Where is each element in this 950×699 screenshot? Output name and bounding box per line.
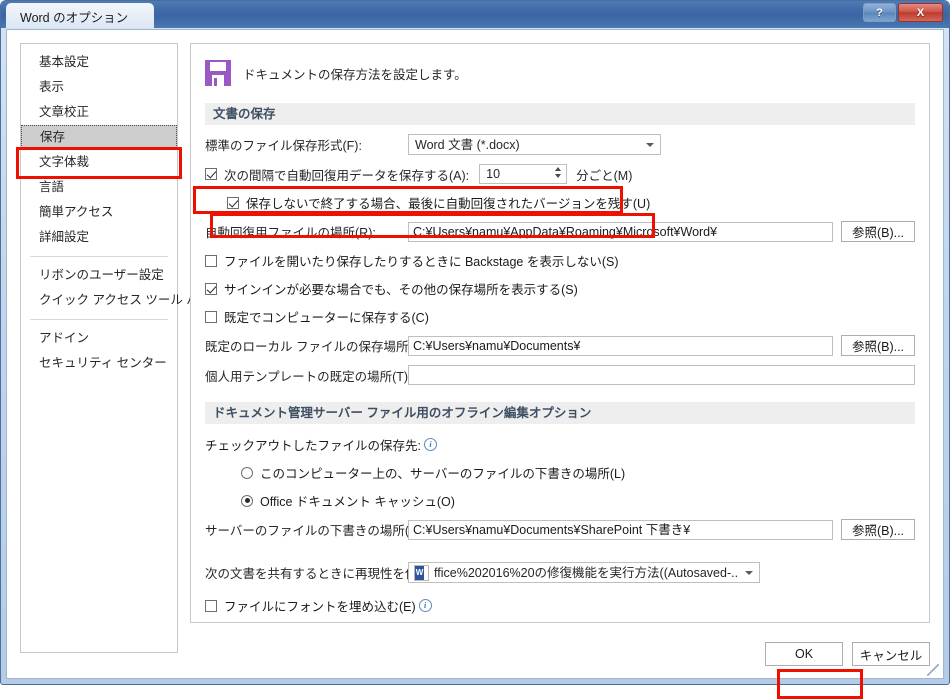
- save-to-computer-label: 既定でコンピューターに保存する(C): [224, 311, 429, 325]
- sidebar-item-save[interactable]: 保存: [21, 125, 177, 150]
- sidebar-item-addins[interactable]: アドイン: [21, 326, 177, 351]
- browse-autorecover-path-button[interactable]: 参照(B)...: [841, 221, 915, 242]
- radio-office-cache-label: Office ドキュメント キャッシュ(O): [260, 495, 455, 509]
- intro-row: ドキュメントの保存方法を設定します。: [191, 44, 929, 86]
- embed-fonts-row: ファイルにフォントを埋め込む(E) i: [205, 596, 915, 615]
- default-format-row: 標準のファイル保存形式(F): Word 文書 (*.docx): [205, 134, 915, 155]
- sidebar-item-trust-center[interactable]: セキュリティ センター: [21, 351, 177, 376]
- chevron-down-icon: [745, 571, 753, 575]
- fidelity-row: 次の文書を共有するときに再現性を保つ(D): ffice%202016%20の修…: [205, 562, 915, 583]
- show-other-locations-label: サインインが必要な場合でも、その他の保存場所を表示する(S): [224, 283, 578, 297]
- resize-grip[interactable]: [927, 664, 939, 676]
- sidebar-item-language[interactable]: 言語: [21, 175, 177, 200]
- autorecover-path-label: 自動回復用ファイルの場所(R):: [205, 226, 376, 240]
- stepper-down-icon[interactable]: [555, 174, 562, 178]
- ok-button[interactable]: OK: [765, 642, 843, 666]
- personal-template-input[interactable]: [408, 365, 915, 385]
- highlight-ok-button: [777, 669, 863, 699]
- autorecover-row: 次の間隔で自動回復用データを保存する(A): 10 分ごと(M): [205, 164, 915, 184]
- no-backstage-row: ファイルを開いたり保存したりするときに Backstage を表示しない(S): [205, 251, 915, 270]
- server-rows: チェックアウトしたファイルの保存先: i このコンピューター上の、サーバーのファ…: [191, 435, 929, 540]
- stepper-arrows[interactable]: [555, 167, 562, 178]
- sidebar-item-proofing[interactable]: 文章校正: [21, 100, 177, 125]
- personal-template-label: 個人用テンプレートの既定の場所(T):: [205, 369, 412, 384]
- sidebar-divider-1: [30, 256, 168, 257]
- sidebar-item-display[interactable]: 表示: [21, 75, 177, 100]
- checkout-location-label-row: チェックアウトしたファイルの保存先: i: [205, 435, 915, 454]
- personal-template-row: 個人用テンプレートの既定の場所(T):: [205, 365, 915, 385]
- fidelity-label: 次の文書を共有するときに再現性を保つ(D):: [205, 567, 451, 581]
- keep-last-autorecover-row: 保存しないで終了する場合、最後に自動回復されたバージョンを残す(U): [205, 193, 915, 212]
- window-title: Word のオプション: [6, 3, 155, 28]
- autorecover-label: 次の間隔で自動回復用データを保存する(A):: [224, 168, 470, 183]
- info-icon[interactable]: i: [423, 438, 437, 451]
- word-document-icon: [414, 564, 429, 581]
- embed-fonts-checkbox[interactable]: [205, 599, 217, 612]
- keep-last-autorecover-checkbox[interactable]: [227, 196, 239, 209]
- floppy-disk-icon: [205, 60, 231, 86]
- options-sidebar: 基本設定 表示 文章校正 保存 文字体裁 言語 簡単アクセス 詳細設定 リボンの…: [20, 43, 211, 653]
- autorecover-minutes-value: 10: [486, 167, 501, 181]
- word-options-window: Word のオプション ? X 基本設定 表示 文章校正 保存 文字体裁 言語 …: [0, 0, 950, 699]
- browse-default-local-button[interactable]: 参照(B)...: [841, 335, 915, 356]
- window-controls: ? X: [863, 3, 943, 22]
- dialog-footer: OK キャンセル: [765, 642, 930, 666]
- autorecover-minutes-stepper[interactable]: 10: [479, 164, 568, 184]
- no-backstage-checkbox[interactable]: [205, 254, 217, 267]
- checkout-location-label: チェックアウトしたファイルの保存先:: [205, 439, 421, 453]
- no-backstage-label: ファイルを開いたり保存したりするときに Backstage を表示しない(S): [224, 255, 619, 269]
- server-draft-row: サーバーのファイルの下書きの場所(V): C:¥Users¥namu¥Docum…: [205, 519, 915, 540]
- default-local-label: 既定のローカル ファイルの保存場所(I):: [205, 340, 424, 354]
- autorecover-unit-label: 分ごと(M): [576, 168, 633, 183]
- default-format-dropdown[interactable]: Word 文書 (*.docx): [408, 134, 661, 155]
- fidelity-document-dropdown[interactable]: ffice%202016%20の修復機能を実行方法((Autosaved-...: [408, 562, 760, 583]
- options-main-panel: ドキュメントの保存方法を設定します。 文書の保存 標準のファイル保存形式(F):…: [190, 43, 930, 623]
- autorecover-checkbox[interactable]: [205, 168, 217, 180]
- show-other-locations-row: サインインが必要な場合でも、その他の保存場所を表示する(S): [205, 279, 915, 298]
- keep-last-autorecover-label: 保存しないで終了する場合、最後に自動回復されたバージョンを残す(U): [246, 197, 651, 211]
- autorecover-path-input[interactable]: C:¥Users¥namu¥AppData¥Roaming¥Microsoft¥…: [408, 221, 833, 242]
- cancel-button[interactable]: キャンセル: [852, 642, 930, 666]
- radio-local-drafts[interactable]: [241, 466, 253, 479]
- autorecover-path-row: 自動回復用ファイルの場所(R): C:¥Users¥namu¥AppData¥R…: [205, 221, 915, 242]
- chevron-down-icon: [646, 143, 654, 147]
- radio-office-cache-row: Office ドキュメント キャッシュ(O): [205, 491, 915, 510]
- server-draft-label: サーバーのファイルの下書きの場所(V):: [205, 524, 426, 538]
- radio-local-drafts-label: このコンピューター上の、サーバーのファイルの下書きの場所(L): [260, 467, 626, 481]
- info-icon[interactable]: i: [418, 599, 432, 612]
- sidebar-item-advanced[interactable]: 詳細設定: [21, 225, 177, 250]
- default-local-row: 既定のローカル ファイルの保存場所(I): C:¥Users¥namu¥Docu…: [205, 335, 915, 356]
- intro-text: ドキュメントの保存方法を設定します。: [243, 67, 467, 82]
- sidebar-item-ease-of-access[interactable]: 簡単アクセス: [21, 200, 177, 225]
- default-format-value: Word 文書 (*.docx): [415, 138, 520, 152]
- stepper-up-icon[interactable]: [555, 167, 562, 171]
- sidebar-item-typography[interactable]: 文字体裁: [21, 150, 177, 175]
- section-heading-server-offline: ドキュメント管理サーバー ファイル用のオフライン編集オプション: [205, 402, 915, 424]
- show-other-locations-checkbox[interactable]: [205, 282, 217, 295]
- close-button[interactable]: X: [898, 3, 943, 22]
- document-save-rows: 標準のファイル保存形式(F): Word 文書 (*.docx) 次の間隔で自動…: [191, 134, 929, 385]
- save-to-computer-row: 既定でコンピューターに保存する(C): [205, 307, 915, 326]
- radio-local-drafts-row: このコンピューター上の、サーバーのファイルの下書きの場所(L): [205, 463, 915, 482]
- title-bar: Word のオプション ? X: [1, 1, 949, 28]
- save-to-computer-checkbox[interactable]: [205, 310, 217, 323]
- embed-fonts-label: ファイルにフォントを埋め込む(E): [224, 600, 416, 614]
- default-format-label: 標準のファイル保存形式(F):: [205, 139, 362, 153]
- radio-office-cache[interactable]: [241, 494, 253, 507]
- fidelity-rows: 次の文書を共有するときに再現性を保つ(D): ffice%202016%20の修…: [191, 562, 929, 622]
- server-draft-input[interactable]: C:¥Users¥namu¥Documents¥SharePoint 下書き¥: [408, 519, 833, 540]
- fidelity-document-value: ffice%202016%20の修復機能を実行方法((Autosaved-...: [434, 565, 739, 580]
- default-local-input[interactable]: C:¥Users¥namu¥Documents¥: [408, 335, 833, 356]
- help-button[interactable]: ?: [863, 3, 896, 22]
- browse-server-draft-button[interactable]: 参照(B)...: [841, 519, 915, 540]
- sidebar-item-general[interactable]: 基本設定: [21, 50, 177, 75]
- sidebar-divider-2: [30, 319, 168, 320]
- sidebar-item-quick-access-toolbar[interactable]: クイック アクセス ツール バー: [21, 288, 211, 313]
- section-heading-document-save: 文書の保存: [205, 103, 915, 125]
- options-dialog: 基本設定 表示 文章校正 保存 文字体裁 言語 簡単アクセス 詳細設定 リボンの…: [6, 29, 944, 699]
- sidebar-item-customize-ribbon[interactable]: リボンのユーザー設定: [21, 263, 177, 288]
